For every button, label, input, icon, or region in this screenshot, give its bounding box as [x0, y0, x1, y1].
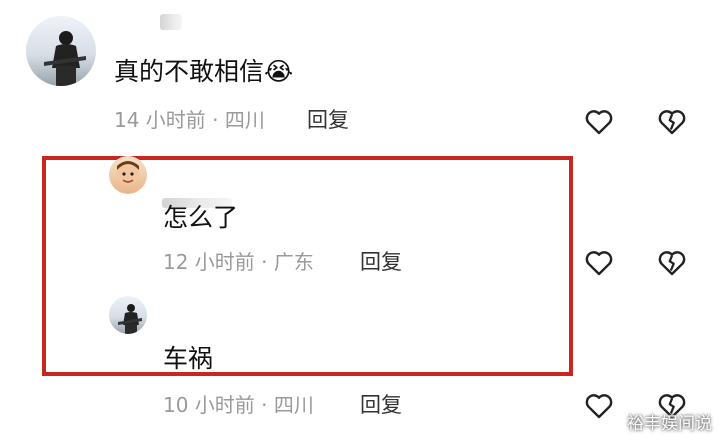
like-heart-icon[interactable] — [582, 104, 616, 138]
comment-meta: 10 小时前 · 四川 — [163, 393, 314, 417]
comment-meta: 14 小时前 · 四川 — [114, 108, 265, 132]
reply-button[interactable]: 回复 — [307, 108, 349, 132]
crying-emoji: 😭 — [264, 57, 294, 86]
avatar[interactable] — [109, 296, 147, 334]
like-heart-icon[interactable] — [582, 388, 616, 422]
comment-text: 真的不敢相信😭 — [114, 57, 294, 86]
comment-location: 四川 — [273, 393, 314, 417]
dislike-broken-heart-icon[interactable] — [655, 245, 689, 279]
avatar[interactable] — [109, 156, 147, 194]
dislike-broken-heart-icon[interactable] — [655, 104, 689, 138]
comment-time: 10 小时前 — [163, 393, 255, 417]
reply-button[interactable]: 回复 — [360, 250, 402, 274]
comment-location: 四川 — [224, 108, 265, 132]
watermark: 裕丰娱间说 — [627, 414, 712, 434]
comment-time: 12 小时前 — [163, 250, 255, 274]
reply-button[interactable]: 回复 — [360, 393, 402, 417]
comment-text: 车祸 — [163, 344, 214, 373]
avatar[interactable] — [26, 16, 96, 86]
username-redacted — [160, 14, 182, 30]
comment-meta: 12 小时前 · 广东 — [163, 250, 314, 274]
like-heart-icon[interactable] — [582, 245, 616, 279]
comment-time: 14 小时前 — [114, 108, 206, 132]
comment-location: 广东 — [273, 250, 314, 274]
comment-text: 怎么了 — [163, 203, 239, 232]
